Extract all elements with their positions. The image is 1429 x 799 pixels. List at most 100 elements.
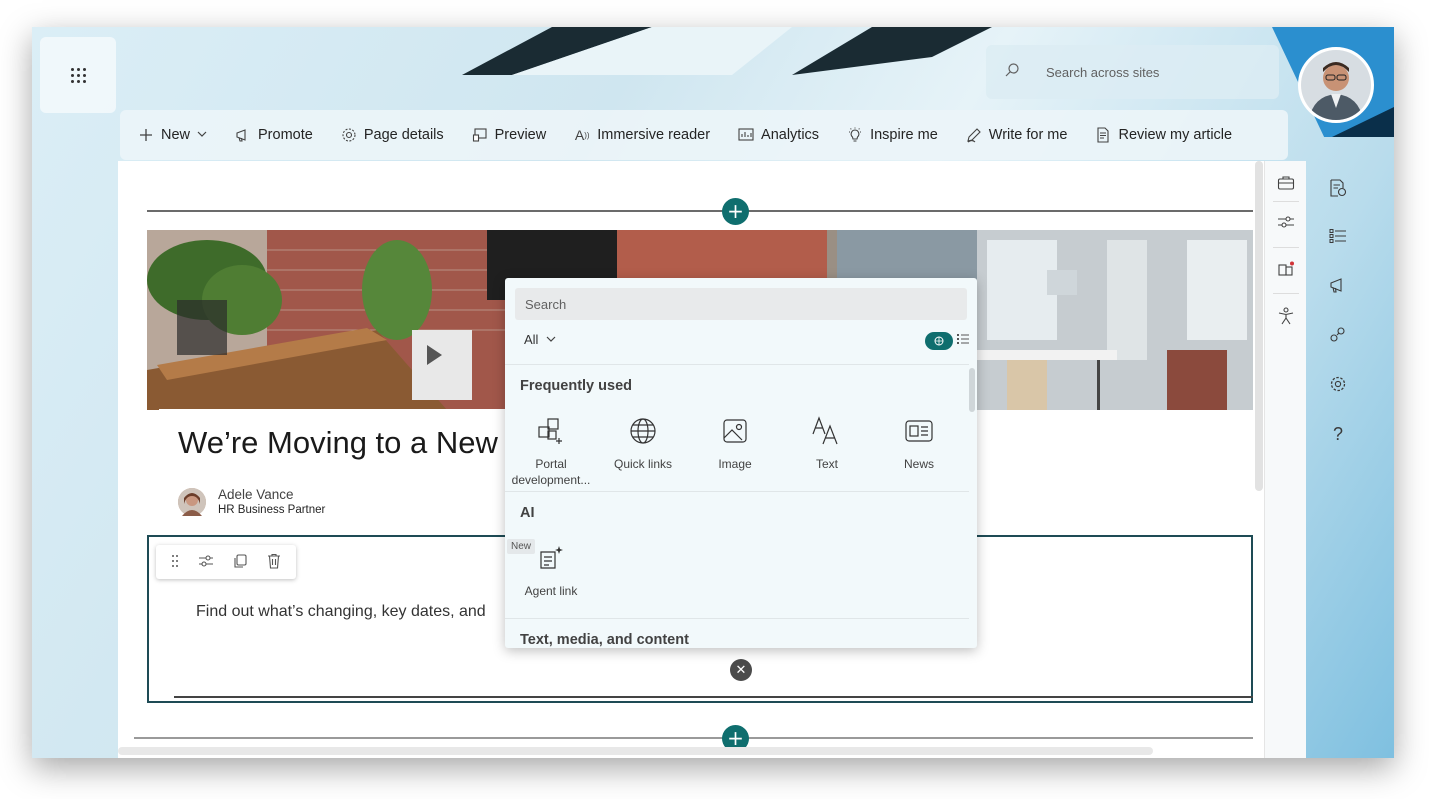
list-view-icon[interactable] [956,332,970,350]
author-role: HR Business Partner [218,504,326,516]
web-part-toolbox: Search All Frequently used Portal develo… [505,278,977,648]
item-label: Portal development... [511,457,591,487]
toolbox-divider [505,618,969,619]
analytics-label: Analytics [761,127,820,143]
page-details-icon[interactable] [1328,179,1348,199]
text-icon [781,414,873,448]
immersive-reader-icon: A)) [574,127,590,143]
toolbox-item-image[interactable]: Image [689,414,781,472]
collaboration-icon[interactable] [1328,326,1348,346]
web-part-toolbar [156,545,296,579]
review-my-article-button[interactable]: Review my article [1095,127,1232,143]
page-details-button[interactable]: Page details [341,127,444,143]
user-avatar[interactable] [1298,47,1374,123]
megaphone-icon [235,127,251,143]
rail-divider [1273,247,1299,248]
analytics-button[interactable]: Analytics [738,127,819,143]
review-my-article-label: Review my article [1118,127,1233,143]
delete-icon[interactable] [267,553,281,572]
toolbox-divider [505,364,969,365]
app-side-rail: ? [1308,161,1368,758]
waffle-icon [70,67,86,83]
toolbox-item-news[interactable]: News [873,414,965,472]
filter-label: All [524,332,539,347]
toolbox-item-text[interactable]: Text [781,414,873,472]
settings-sliders-icon[interactable] [1277,215,1295,233]
author-byline[interactable]: Adele Vance HR Business Partner [178,487,325,516]
preview-label: Preview [494,127,547,143]
toolbox-search-input[interactable]: Search [515,288,967,320]
add-section-button-top[interactable]: + [722,198,749,225]
megaphone-icon[interactable] [1328,277,1348,297]
chevron-down-icon [546,332,556,347]
toolbox-item-quick-links[interactable]: Quick links [597,414,689,472]
preview-icon [472,127,488,143]
item-label: Agent link [524,584,578,598]
section-heading-text-media: Text, media, and content [520,632,689,648]
write-for-me-label: Write for me [988,127,1068,143]
globe-icon [597,414,689,448]
body-text[interactable]: Find out what’s changing, key dates, and [196,603,486,621]
toolbox-scrollbar[interactable] [969,368,975,412]
preview-button[interactable]: Preview [472,127,547,143]
toolbox-filter-dropdown[interactable]: All [524,332,556,347]
new-button-label: New [161,127,191,143]
section-divider-top [147,210,1253,212]
gear-icon [341,127,357,143]
pen-icon [966,127,982,143]
page-details-label: Page details [363,127,444,143]
edit-properties-icon[interactable] [198,554,214,571]
accessibility-icon[interactable] [1277,307,1295,325]
drag-handle-icon[interactable] [171,554,179,571]
document-review-icon [1095,127,1111,143]
item-label: Quick links [613,457,672,471]
toolbox-icon[interactable] [1277,175,1295,193]
settings-gear-icon[interactable] [1328,375,1348,395]
item-label: News [903,457,934,471]
immersive-reader-button[interactable]: A)) Immersive reader [574,127,710,143]
plus-icon [138,127,154,143]
author-name: Adele Vance [218,487,294,502]
immersive-reader-label: Immersive reader [597,127,711,143]
new-button[interactable]: New [138,127,207,143]
view-toggle [925,332,970,350]
section-heading-frequently-used: Frequently used [520,378,632,394]
news-icon [873,414,965,448]
close-toolbox-button[interactable]: ✕ [730,659,752,681]
analytics-icon [738,127,754,143]
search-icon [1004,62,1020,83]
horizontal-scrollbar[interactable] [118,747,1153,755]
item-label: Image [718,457,752,471]
write-for-me-button[interactable]: Write for me [966,127,1068,143]
insert-line [174,696,1253,698]
site-search-box[interactable]: Search across sites [986,45,1279,99]
image-icon [689,414,781,448]
section-tools-rail [1264,161,1306,758]
portal-icon [505,414,597,448]
section-divider-bottom [134,737,1253,739]
rail-divider [1273,293,1299,294]
checklist-icon[interactable] [1328,228,1348,248]
lightbulb-icon [847,127,863,143]
vertical-scrollbar[interactable] [1255,161,1263,491]
page-command-bar: New Promote Page details Preview A)) Imm… [120,110,1288,160]
section-heading-ai: AI [520,505,535,521]
duplicate-icon[interactable] [232,553,248,572]
promote-button[interactable]: Promote [235,127,313,143]
inspire-me-button[interactable]: Inspire me [847,127,938,143]
item-label: Text [815,457,838,471]
grid-view-icon[interactable] [925,332,953,350]
chevron-down-icon [197,127,207,143]
design-ideas-icon[interactable] [1277,261,1295,279]
toolbox-item-portal-development[interactable]: Portal development... [505,414,597,488]
agent-link-icon [505,541,597,575]
rail-divider [1273,201,1299,202]
page-title[interactable]: We’re Moving to a New [178,425,498,461]
help-icon[interactable]: ? [1328,424,1348,444]
author-avatar [178,487,206,516]
toolbox-item-agent-link[interactable]: Agent link [505,541,597,599]
inspire-me-label: Inspire me [870,127,938,143]
app-launcher-button[interactable] [40,37,116,113]
toolbox-divider [505,491,969,492]
search-placeholder: Search across sites [1046,64,1160,80]
